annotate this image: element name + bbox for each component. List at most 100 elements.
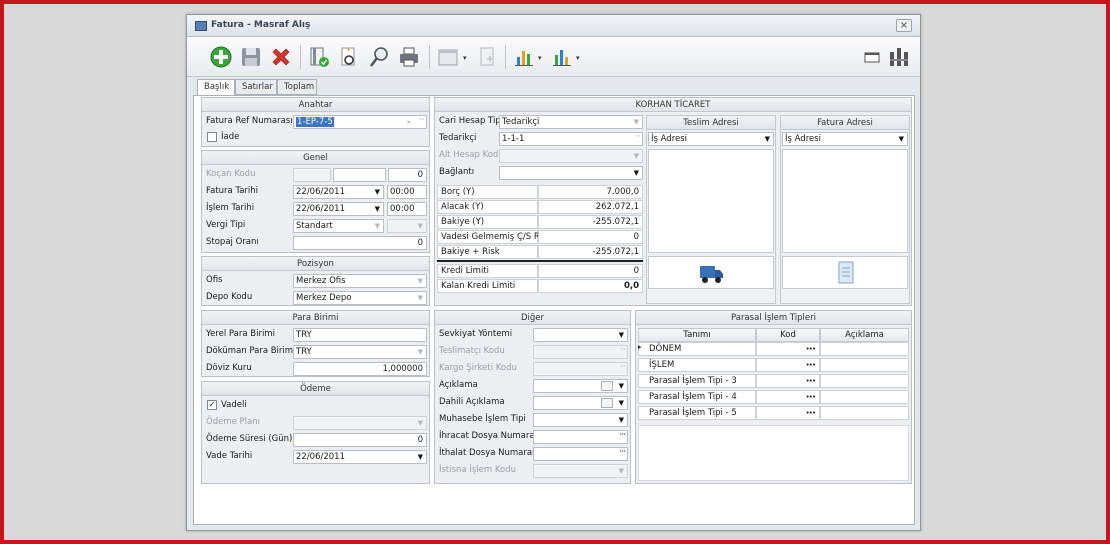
ofis-value: Merkez Ofis [296,276,346,286]
table-row-tanimi[interactable]: DÖNEM [638,342,756,356]
chevron-right-icon[interactable]: ▸ [407,116,411,128]
chevron-down-icon[interactable]: ▾ [538,54,542,62]
column-header-kod[interactable]: Kod [756,328,820,342]
ofis-label: Ofis [206,275,223,285]
chevron-down-icon[interactable]: ▼ [634,167,639,179]
chevron-down-icon[interactable]: ▼ [619,397,624,409]
islem-tarihi-value: 22/06/2011 [296,204,345,214]
depo-select[interactable]: Merkez Depo ▼ [293,291,427,305]
tab-toplam[interactable]: Toplam [277,79,317,95]
chevron-down-icon[interactable]: ▾ [463,54,467,62]
chevron-down-icon[interactable]: ▼ [765,133,770,145]
tab-satirlar[interactable]: Satırlar [235,79,277,95]
app-icon [195,21,207,31]
table-row-tanimi[interactable]: Parasal İşlem Tipi - 4 [638,390,756,404]
islem-saat-field[interactable]: 00:00 [387,202,427,216]
kocan-number[interactable]: 0 [388,168,427,182]
report-icon[interactable] [550,45,574,69]
table-row-aciklama[interactable] [820,406,909,420]
print-icon[interactable] [397,45,421,69]
chevron-down-icon[interactable]: ▼ [375,186,380,198]
kocan-field-2[interactable] [333,168,386,182]
chevron-down-icon[interactable]: ▼ [619,380,624,392]
table-row-tanimi[interactable]: Parasal İşlem Tipi - 5 [638,406,756,420]
hesap-tipi-select[interactable]: Tedarikçi ▼ [499,115,643,129]
dokuman-select[interactable]: TRY ▼ [293,345,427,359]
toolbar-separator [505,45,506,69]
baglanti-select[interactable]: ▼ [499,166,643,180]
copy-icon[interactable] [475,45,499,69]
chevron-down-icon[interactable]: ▼ [634,116,639,128]
ellipsis-icon[interactable]: ··· [619,448,626,458]
vade-tarihi-field[interactable]: 22/06/2011 ▼ [293,450,427,464]
tab-baslik[interactable]: Başlık [197,79,235,96]
document-check-icon[interactable] [307,45,331,69]
table-row-aciklama[interactable] [820,358,909,372]
chevron-down-icon[interactable]: ▼ [418,275,423,287]
ihracat-field[interactable]: ··· [533,430,628,444]
ellipsis-icon[interactable]: ··· [634,133,641,143]
fatura-adresi-select[interactable]: İş Adresi ▼ [782,132,908,146]
yerel-field[interactable]: TRY [293,328,427,342]
tedarikci-field[interactable]: 1-1-1 ··· [499,132,643,146]
doviz-field[interactable]: 1,000000 [293,362,427,376]
fatura-saat-field[interactable]: 00:00 [387,185,427,199]
dahili-aciklama-field[interactable]: ▼ [533,396,628,410]
chevron-down-icon[interactable]: ▼ [418,451,423,463]
fatura-tarihi-field[interactable]: 22/06/2011 ▼ [293,185,384,199]
chevron-down-icon[interactable]: ▼ [375,220,380,232]
odeme-suresi-field[interactable]: 0 [293,433,427,447]
preview-icon[interactable] [337,45,361,69]
ellipsis-icon[interactable]: ··· [619,431,626,441]
document-icon-box[interactable] [782,256,908,289]
table-row-kod[interactable]: ••• [756,358,820,372]
balance-label: Bakiye + Risk [437,245,538,259]
close-button[interactable]: × [896,19,912,32]
table-row-kod[interactable]: ••• [756,374,820,388]
chevron-down-icon[interactable]: ▼ [418,346,423,358]
search-icon[interactable] [367,45,391,69]
save-icon[interactable] [239,45,263,69]
table-row-kod[interactable]: ••• [756,406,820,420]
memo-icon[interactable] [601,381,613,391]
table-row-tanimi[interactable]: İŞLEM [638,358,756,372]
alt-hesap-label: Alt Hesap Kodu [439,150,504,160]
table-row-tanimi[interactable]: Parasal İşlem Tipi - 3 [638,374,756,388]
table-row-kod[interactable]: ••• [756,390,820,404]
sitemap-icon[interactable] [887,45,911,69]
sevkiyat-field[interactable]: ▼ [533,328,628,342]
table-row-aciklama[interactable] [820,390,909,404]
truck-icon-box[interactable] [648,256,774,289]
table-row-aciklama[interactable] [820,342,909,356]
window-layout-icon[interactable] [860,45,884,69]
pozisyon-panel: Pozisyon Ofis Merkez Ofis ▼ Depo Kodu Mer… [201,256,430,306]
ellipsis-icon[interactable]: ··· [418,116,425,126]
stopaj-field[interactable]: 0 [293,236,427,250]
add-icon[interactable] [209,45,233,69]
chevron-down-icon[interactable]: ▼ [418,292,423,304]
vadeli-checkbox[interactable]: ✓ [207,400,217,410]
form-icon[interactable] [436,45,460,69]
delete-icon[interactable] [269,45,293,69]
iade-checkbox[interactable] [207,132,217,142]
chevron-down-icon[interactable]: ▼ [619,329,624,341]
chart-icon[interactable] [512,45,536,69]
chevron-down-icon[interactable]: ▾ [576,54,580,62]
column-header-aciklama[interactable]: Açıklama [820,328,909,342]
muhasebe-field[interactable]: ▼ [533,413,628,427]
ithalat-field[interactable]: ··· [533,447,628,461]
islem-tarihi-field[interactable]: 22/06/2011 ▼ [293,202,384,216]
chevron-down-icon[interactable]: ▼ [899,133,904,145]
cari-panel: KORHAN TİCARET Cari Hesap Tipi Tedarikçi… [434,97,912,306]
chevron-down-icon[interactable]: ▼ [619,414,624,426]
table-row-aciklama[interactable] [820,374,909,388]
teslim-adresi-select[interactable]: İş Adresi ▼ [648,132,774,146]
column-header-tanimi[interactable]: Tanımı [638,328,756,342]
ref-number-field[interactable]: 1-EP-7-5 ▸ ··· [293,115,427,129]
memo-icon[interactable] [601,398,613,408]
aciklama-field[interactable]: ▼ [533,379,628,393]
vergi-tipi-select[interactable]: Standart ▼ [293,219,384,233]
ofis-select[interactable]: Merkez Ofis ▼ [293,274,427,288]
chevron-down-icon[interactable]: ▼ [375,203,380,215]
table-row-kod[interactable]: ••• [756,342,820,356]
